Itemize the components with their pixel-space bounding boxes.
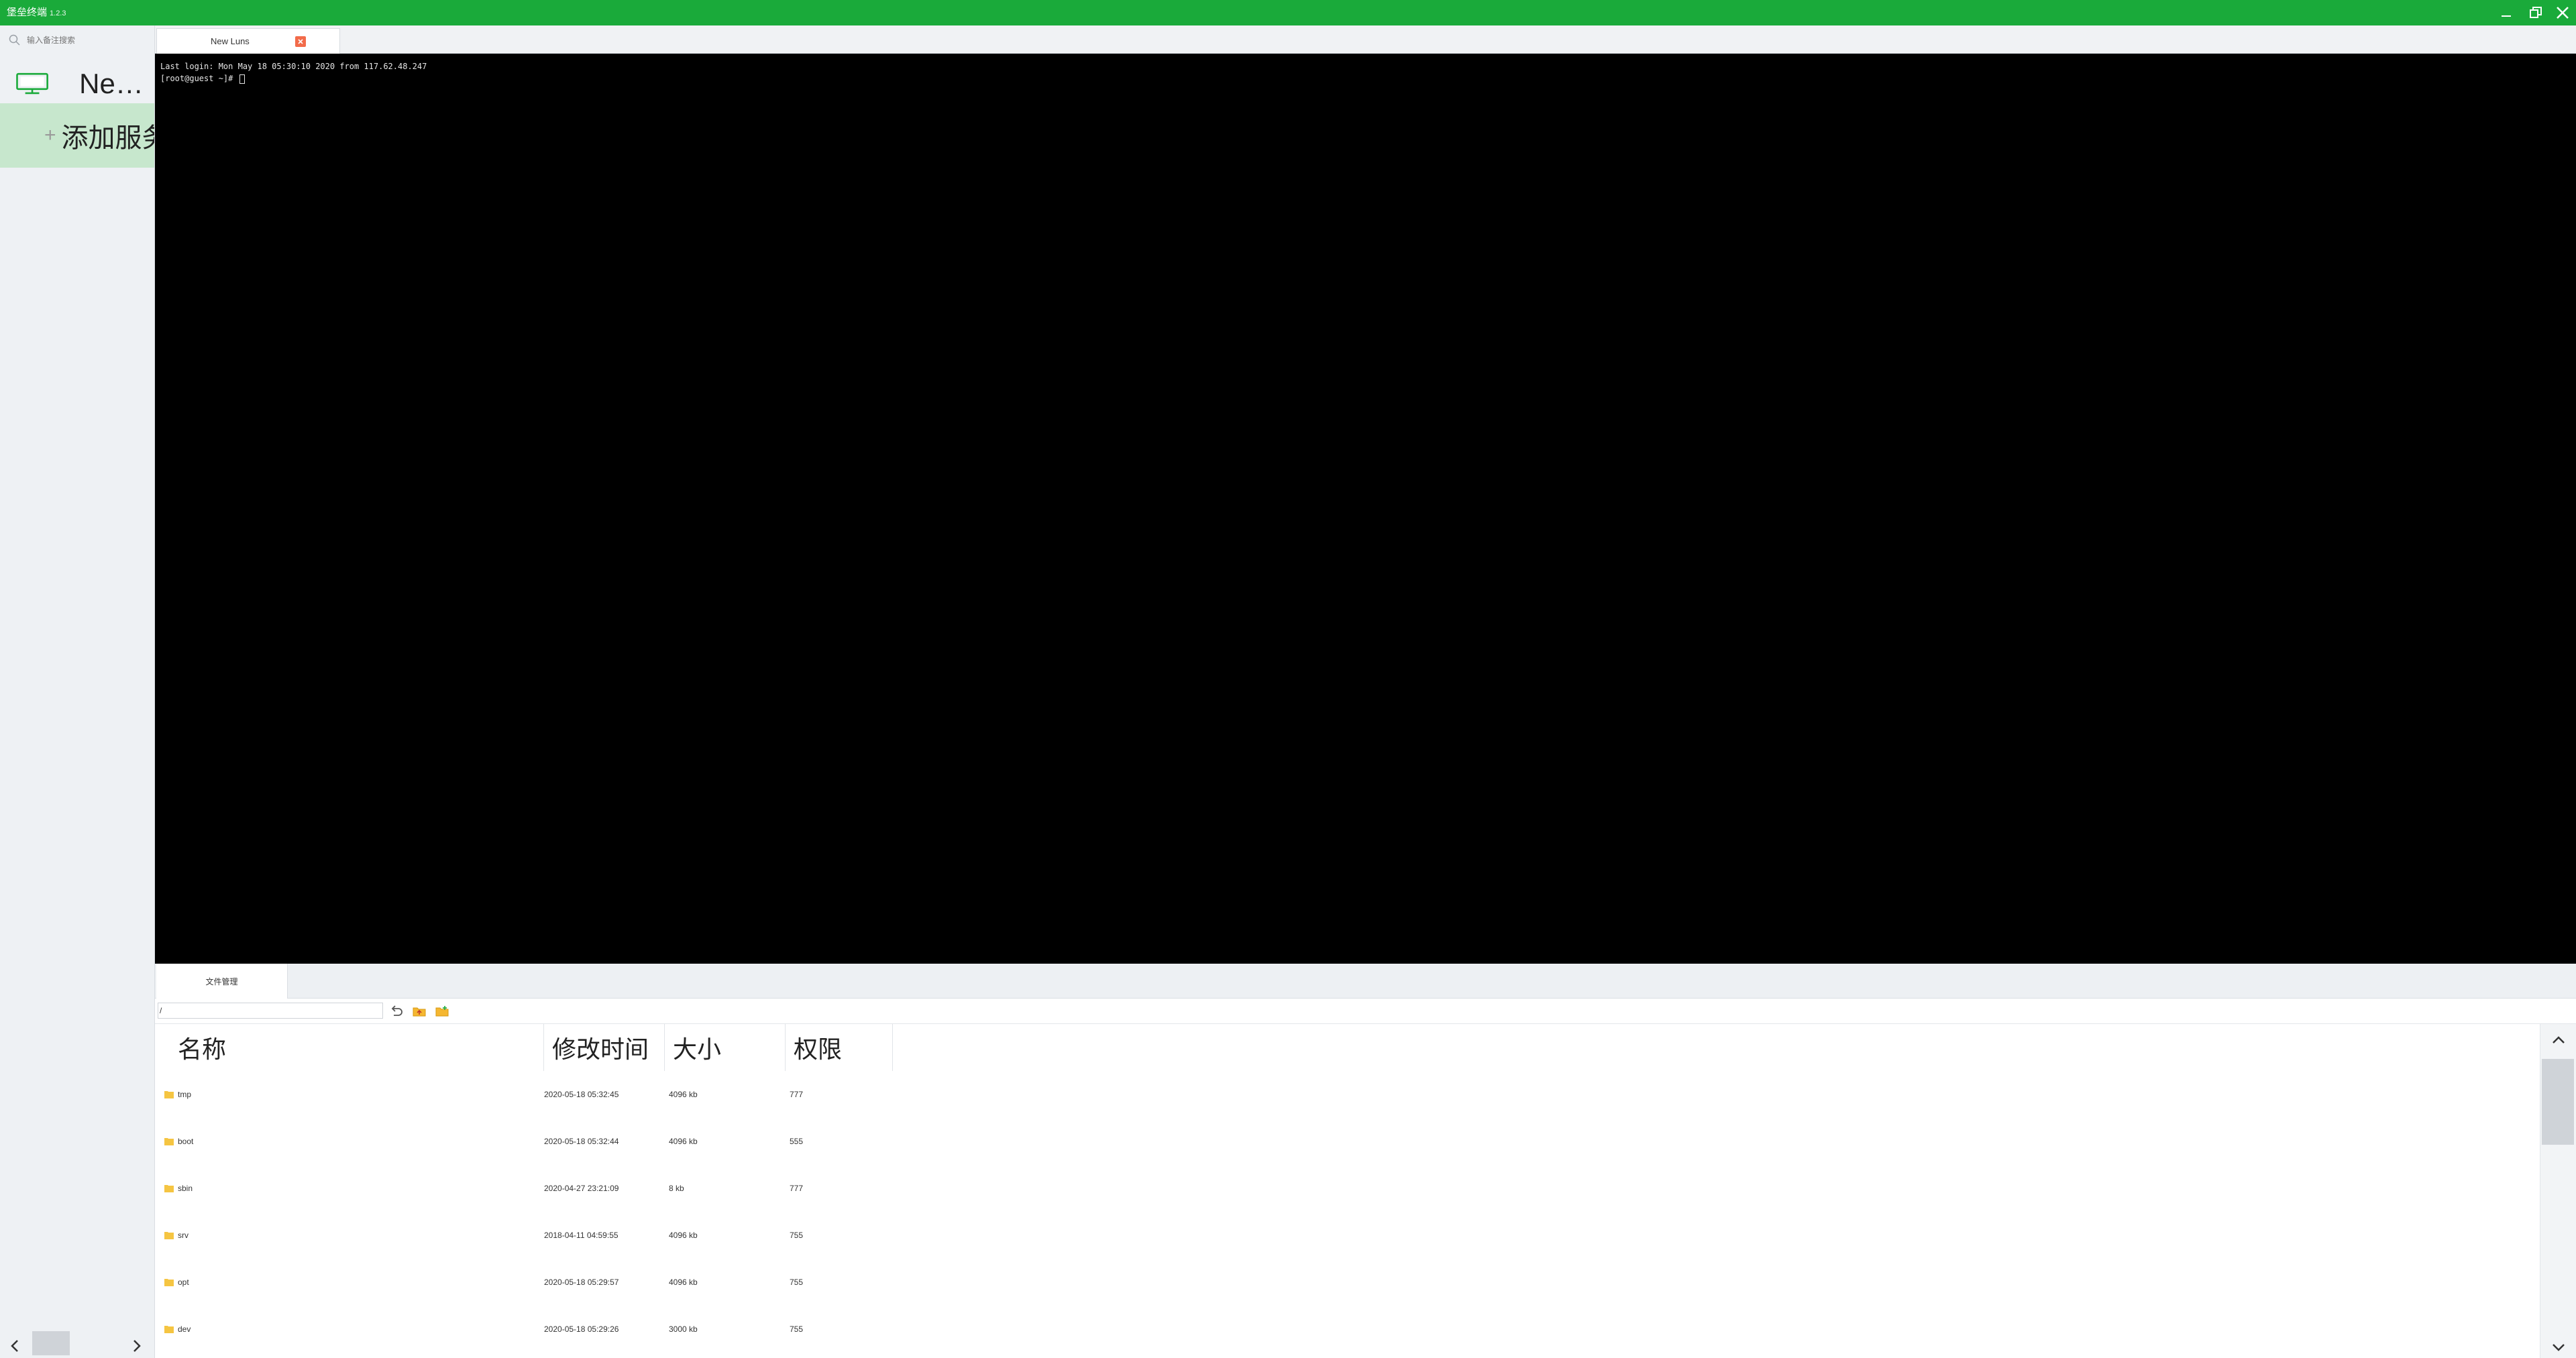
file-name-cell: opt — [164, 1259, 189, 1306]
chevron-down-icon[interactable] — [2551, 1339, 2567, 1355]
scrollbar-thumb[interactable] — [32, 1331, 70, 1355]
folder-icon — [164, 1091, 174, 1098]
app-version: 1.2.3 — [50, 9, 66, 17]
file-name: sbin — [178, 1184, 193, 1193]
file-name: dev — [178, 1324, 191, 1334]
file-size: 4096 kb — [669, 1278, 698, 1287]
refresh-icon[interactable] — [388, 1003, 405, 1019]
search-box — [0, 28, 154, 52]
minimize-button[interactable] — [2494, 3, 2518, 23]
file-name-cell: sbin — [164, 1165, 193, 1212]
chevron-right-icon[interactable] — [129, 1338, 145, 1354]
file-manager-toolbar — [155, 999, 2576, 1024]
file-modified: 2018-04-11 04:59:55 — [544, 1231, 619, 1240]
file-name: opt — [178, 1278, 189, 1287]
table-row[interactable]: dev 2020-05-18 05:29:26 3000 kb 755 — [155, 1306, 893, 1353]
column-header-size[interactable]: 大小 — [665, 1024, 786, 1071]
file-permission: 777 — [790, 1184, 804, 1193]
table-row[interactable]: opt 2020-05-18 05:29:57 4096 kb 755 — [155, 1259, 893, 1306]
path-input[interactable] — [158, 1003, 383, 1019]
table-row[interactable]: srv 2018-04-11 04:59:55 4096 kb 755 — [155, 1212, 893, 1259]
file-permission: 555 — [790, 1137, 804, 1146]
close-icon — [298, 39, 303, 44]
file-size: 4096 kb — [669, 1137, 698, 1146]
monitor-icon — [16, 72, 48, 95]
folder-icon — [164, 1279, 174, 1286]
chevron-up-icon[interactable] — [2551, 1032, 2567, 1048]
terminal-console[interactable]: Last login: Mon May 18 05:30:10 2020 fro… — [155, 54, 2576, 964]
table-row[interactable]: tmp 2020-05-18 05:32:45 4096 kb 777 — [155, 1071, 893, 1118]
folder-icon — [164, 1185, 174, 1192]
column-header-modified-label: 修改时间 — [552, 1035, 649, 1063]
title-bar: 堡垒终端 1.2.3 — [0, 0, 2576, 25]
app-title-text: 堡垒终端 — [7, 7, 48, 18]
restore-icon — [2530, 7, 2542, 18]
column-header-name-label: 名称 — [178, 1035, 227, 1063]
file-size: 3000 kb — [669, 1324, 698, 1334]
column-header-permission-label: 权限 — [794, 1035, 843, 1063]
file-permission: 755 — [790, 1231, 804, 1240]
folder-icon — [164, 1232, 174, 1239]
file-size: 8 kb — [669, 1184, 684, 1193]
file-name: srv — [178, 1231, 189, 1240]
tab-file-manager[interactable]: 文件管理 — [156, 964, 288, 999]
file-name-cell: tmp — [164, 1071, 191, 1118]
file-table: 名称 修改时间 大小 权限 tmp 2020-05-18 05:32:45 40… — [155, 1024, 2540, 1358]
terminal-prompt-line: [root@guest ~]# — [160, 72, 2571, 84]
column-header-size-label: 大小 — [673, 1035, 722, 1063]
folder-icon — [164, 1326, 174, 1333]
column-header-name[interactable]: 名称 — [155, 1024, 544, 1071]
file-name: tmp — [178, 1090, 192, 1099]
plus-icon: + — [44, 124, 56, 146]
table-row[interactable]: sbin 2020-04-27 23:21:09 8 kb 777 — [155, 1165, 893, 1212]
app-window: 堡垒终端1.2.3 New ... + 添加服务 — [0, 0, 2576, 1358]
terminal-prompt: [root@guest ~]# — [160, 74, 238, 83]
close-icon — [2557, 7, 2569, 19]
host-name: New ... — [79, 68, 154, 99]
file-permission: 777 — [790, 1090, 804, 1099]
file-permission: 755 — [790, 1324, 804, 1334]
new-folder-icon[interactable] — [434, 1003, 450, 1019]
sidebar-horizontal-scrollbar[interactable] — [0, 1331, 154, 1358]
file-size: 4096 kb — [669, 1090, 698, 1099]
search-input[interactable] — [27, 36, 148, 45]
file-name: boot — [178, 1137, 194, 1146]
tab-label: New Luns — [211, 36, 250, 46]
table-row[interactable]: boot 2020-05-18 05:32:44 4096 kb 555 — [155, 1118, 893, 1165]
file-size: 4096 kb — [669, 1231, 698, 1240]
app-title: 堡垒终端 1.2.3 — [7, 7, 66, 19]
file-modified: 2020-05-18 05:32:44 — [544, 1137, 619, 1146]
host-item-new-luns[interactable]: New ... — [0, 60, 154, 107]
file-modified: 2020-04-27 23:21:09 — [544, 1184, 619, 1193]
terminal-line: Last login: Mon May 18 05:30:10 2020 fro… — [160, 62, 427, 71]
search-icon — [9, 34, 20, 46]
file-name-cell: boot — [164, 1118, 193, 1165]
terminal-cursor — [239, 74, 245, 84]
file-table-scrollbar[interactable] — [2540, 1024, 2576, 1358]
scrollbar-thumb[interactable] — [2542, 1059, 2574, 1145]
minimize-icon — [2502, 15, 2511, 17]
session-tab-bar: New Luns — [155, 25, 2576, 54]
tab-file-manager-label: 文件管理 — [205, 976, 238, 986]
add-server-button[interactable]: + 添加服务 — [0, 103, 154, 168]
tab-close-button[interactable] — [295, 36, 306, 47]
file-name-cell: srv — [164, 1212, 189, 1259]
restore-button[interactable] — [2524, 3, 2548, 23]
file-manager-tab-bar: 文件管理 — [155, 964, 2576, 999]
file-modified: 2020-05-18 05:32:45 — [544, 1090, 619, 1099]
add-server-label: 添加服务 — [61, 123, 154, 153]
upload-folder-icon[interactable] — [411, 1003, 427, 1019]
file-name-cell: dev — [164, 1306, 191, 1353]
close-button[interactable] — [2551, 3, 2575, 23]
file-modified: 2020-05-18 05:29:57 — [544, 1278, 619, 1287]
tab-new-luns[interactable]: New Luns — [156, 28, 340, 54]
column-header-permission[interactable]: 权限 — [786, 1024, 893, 1071]
sidebar: New ... + 添加服务 — [0, 25, 155, 1358]
file-modified: 2020-05-18 05:29:26 — [544, 1324, 619, 1334]
column-header-modified[interactable]: 修改时间 — [544, 1024, 665, 1071]
file-permission: 755 — [790, 1278, 804, 1287]
table-header: 名称 修改时间 大小 权限 — [155, 1024, 2540, 1071]
folder-icon — [164, 1138, 174, 1145]
chevron-left-icon[interactable] — [7, 1338, 23, 1354]
